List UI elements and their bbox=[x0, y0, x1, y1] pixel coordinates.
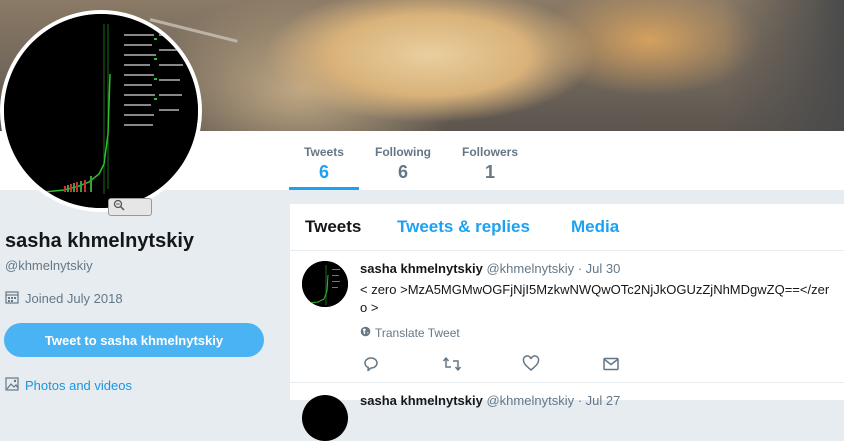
tweet-author-handle[interactable]: @khmelnytskiy bbox=[486, 261, 574, 276]
tweet-header: sasha khmelnytskiy @khmelnytskiy · Jul 2… bbox=[360, 393, 620, 408]
translate-label: Translate Tweet bbox=[375, 326, 460, 340]
avatar-image bbox=[4, 14, 198, 208]
profile-handle[interactable]: @khmelnytskiy bbox=[5, 258, 93, 273]
stat-label: Tweets bbox=[304, 145, 344, 159]
tweet-item[interactable]: sasha khmelnytskiy @khmelnytskiy · Jul 2… bbox=[290, 383, 844, 441]
tweet-item[interactable]: sasha khmelnytskiy @khmelnytskiy · Jul 3… bbox=[290, 251, 844, 383]
translate-tweet-link[interactable]: Translate Tweet bbox=[360, 326, 460, 340]
tweet-author-name[interactable]: sasha khmelnytskiy bbox=[360, 261, 483, 276]
heart-icon[interactable] bbox=[522, 355, 602, 378]
timeline: Tweets Tweets & replies Media sasha khme… bbox=[290, 204, 844, 441]
envelope-icon[interactable] bbox=[602, 355, 682, 378]
tweet-to-button[interactable]: Tweet to sasha khmelnytskiy bbox=[4, 323, 264, 357]
photos-label: Photos and videos bbox=[25, 378, 132, 393]
magnifier-icon bbox=[113, 198, 125, 216]
tweet-text: < zero >MzA5MGMwOGFjNjI5MzkwNWQwOTc2NjJk… bbox=[360, 282, 830, 315]
zoom-control[interactable] bbox=[108, 198, 152, 216]
tweet-actions bbox=[362, 355, 682, 378]
stat-value: 6 bbox=[397, 162, 408, 182]
image-icon bbox=[5, 377, 19, 394]
photos-and-videos-link[interactable]: Photos and videos bbox=[5, 377, 132, 394]
stat-label: Following bbox=[375, 145, 431, 159]
globe-icon bbox=[360, 326, 371, 340]
profile-avatar[interactable] bbox=[0, 10, 202, 216]
tweet-date[interactable]: · Jul 30 bbox=[578, 261, 621, 276]
tab-tweets-replies[interactable]: Tweets & replies bbox=[397, 217, 530, 237]
joined-label: Joined July 2018 bbox=[25, 291, 123, 306]
stat-tweets[interactable]: Tweets 6 bbox=[289, 131, 359, 190]
tweet-avatar[interactable] bbox=[302, 261, 348, 307]
timeline-tabs: Tweets Tweets & replies Media bbox=[290, 204, 844, 251]
tab-media[interactable]: Media bbox=[571, 217, 619, 237]
stat-value: 1 bbox=[484, 162, 495, 182]
banner-shade bbox=[724, 0, 844, 131]
reply-icon[interactable] bbox=[362, 355, 442, 378]
calendar-icon bbox=[5, 290, 19, 307]
stat-following[interactable]: Following 6 bbox=[372, 131, 434, 190]
tweet-avatar[interactable] bbox=[302, 395, 348, 441]
joined-date: Joined July 2018 bbox=[5, 290, 123, 307]
tweet-date[interactable]: · Jul 27 bbox=[578, 393, 621, 408]
profile-name[interactable]: sasha khmelnytskiy bbox=[5, 230, 194, 253]
tweet-author-handle[interactable]: @khmelnytskiy bbox=[486, 393, 574, 408]
tweet-header: sasha khmelnytskiy @khmelnytskiy · Jul 3… bbox=[360, 261, 620, 276]
chart-screenshot-image bbox=[4, 14, 198, 208]
tweet-author-name[interactable]: sasha khmelnytskiy bbox=[360, 393, 483, 408]
stat-label: Followers bbox=[461, 145, 518, 159]
tab-tweets[interactable]: Tweets bbox=[305, 217, 361, 237]
stat-followers[interactable]: Followers 1 bbox=[459, 131, 521, 190]
stat-value: 6 bbox=[318, 162, 329, 182]
retweet-icon[interactable] bbox=[442, 355, 522, 378]
